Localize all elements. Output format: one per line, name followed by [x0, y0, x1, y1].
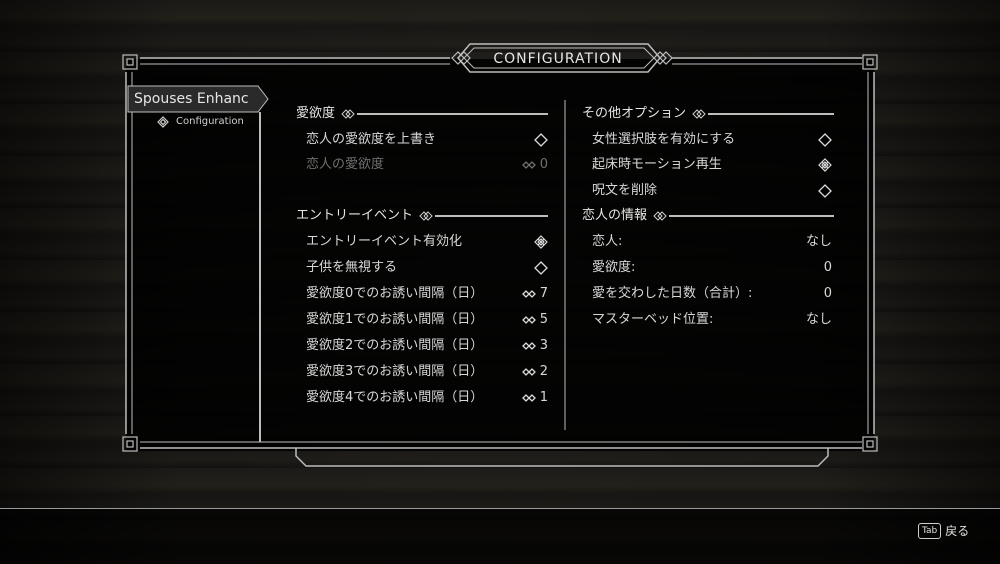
section-title: エントリーイベント: [296, 208, 414, 223]
toggle-unchecked-icon[interactable]: [818, 133, 832, 147]
option-wakeup-motion[interactable]: 起床時モーション再生: [592, 155, 832, 175]
back-label: 戻る: [945, 524, 970, 538]
info-value: 0: [823, 286, 832, 301]
section-divider: [357, 113, 548, 115]
info-affection: 愛欲度: 0: [592, 258, 832, 278]
slider-icon: [521, 161, 536, 169]
info-value: 0: [823, 260, 832, 275]
section-divider: [669, 215, 834, 217]
header-ornament-icon: [341, 109, 355, 119]
toggle-unchecked-icon[interactable]: [818, 184, 832, 198]
toggle-unchecked-icon[interactable]: [534, 133, 548, 147]
option-override-affection[interactable]: 恋人の愛欲度を上書き: [306, 130, 548, 150]
info-lover: 恋人: なし: [592, 232, 832, 252]
option-label: 愛欲度2でのお誘い間隔（日）: [306, 338, 484, 353]
slider-value: 2: [521, 362, 548, 382]
bottom-bar: [0, 508, 1000, 564]
slider-value: 3: [521, 336, 548, 356]
page-item-configuration[interactable]: Configuration: [156, 114, 244, 130]
section-title: 恋人の情報: [582, 208, 648, 223]
option-affection-slider: 恋人の愛欲度 0: [306, 155, 548, 175]
toggle-unchecked-icon[interactable]: [534, 261, 548, 275]
option-label: 恋人の愛欲度: [306, 157, 385, 172]
option-label: 愛欲度0でのお誘い間隔（日）: [306, 286, 484, 301]
slider-icon: [521, 316, 536, 324]
option-label: エントリーイベント有効化: [306, 234, 463, 249]
section-title: 愛欲度: [296, 106, 336, 121]
info-love-days: 愛を交わした日数（合計）: 0: [592, 284, 832, 304]
slider-value: 1: [521, 388, 548, 408]
back-button[interactable]: Tab 戻る: [918, 522, 969, 539]
info-value: なし: [805, 234, 832, 249]
section-header-lover-info: 恋人の情報: [582, 207, 834, 225]
option-label: 子供を無視する: [306, 260, 398, 275]
option-enable-female-choice[interactable]: 女性選択肢を有効にする: [592, 130, 832, 150]
option-label: 女性選択肢を有効にする: [592, 132, 736, 147]
option-label: 愛欲度1でのお誘い間隔（日）: [306, 312, 484, 327]
page-knot-icon: [157, 116, 169, 128]
slider-value: 0: [521, 155, 548, 175]
slider-icon: [521, 342, 536, 350]
info-master-bed: マスターベッド位置: なし: [592, 310, 832, 330]
option-invite-interval-1[interactable]: 愛欲度1でのお誘い間隔（日） 5: [306, 310, 548, 330]
section-title: その他オプション: [582, 106, 687, 121]
option-label: 愛欲度4でのお誘い間隔（日）: [306, 390, 484, 405]
option-label: 恋人の愛欲度を上書き: [306, 132, 437, 147]
option-invite-interval-0[interactable]: 愛欲度0でのお誘い間隔（日） 7: [306, 284, 548, 304]
header-ornament-icon: [692, 109, 706, 119]
info-label: 愛欲度:: [592, 260, 636, 275]
header-ornament-icon: [419, 211, 433, 221]
option-label: 起床時モーション再生: [592, 157, 722, 172]
info-value: なし: [805, 312, 832, 327]
slider-value: 5: [521, 310, 548, 330]
option-enable-entry-event[interactable]: エントリーイベント有効化: [306, 232, 548, 252]
option-ignore-children[interactable]: 子供を無視する: [306, 258, 548, 278]
slider-icon: [521, 394, 536, 402]
tab-key-icon: Tab: [918, 522, 942, 539]
slider-icon: [521, 368, 536, 376]
section-header-affection: 愛欲度: [296, 105, 548, 123]
option-invite-interval-2[interactable]: 愛欲度2でのお誘い間隔（日） 3: [306, 336, 548, 356]
info-label: 愛を交わした日数（合計）:: [592, 286, 753, 301]
page-item-label: Configuration: [176, 116, 244, 127]
option-label: 呪文を削除: [592, 183, 658, 198]
section-header-entry-event: エントリーイベント: [296, 207, 548, 225]
option-remove-spell[interactable]: 呪文を削除: [592, 181, 832, 201]
section-divider: [435, 215, 548, 217]
page-title: CONFIGURATION: [493, 51, 623, 67]
section-header-other-options: その他オプション: [582, 105, 834, 123]
header-ornament-icon: [653, 211, 667, 221]
info-label: マスターベッド位置:: [592, 312, 714, 327]
toggle-checked-icon[interactable]: [818, 158, 832, 172]
toggle-checked-icon[interactable]: [534, 235, 548, 249]
option-invite-interval-4[interactable]: 愛欲度4でのお誘い間隔（日） 1: [306, 388, 548, 408]
info-label: 恋人:: [592, 234, 623, 249]
section-divider: [708, 113, 834, 115]
option-label: 愛欲度3でのお誘い間隔（日）: [306, 364, 484, 379]
slider-icon: [521, 290, 536, 298]
slider-value: 7: [521, 284, 548, 304]
mod-list-item-spouses[interactable]: Spouses Enhanc: [128, 86, 265, 112]
option-invite-interval-3[interactable]: 愛欲度3でのお誘い間隔（日） 2: [306, 362, 548, 382]
